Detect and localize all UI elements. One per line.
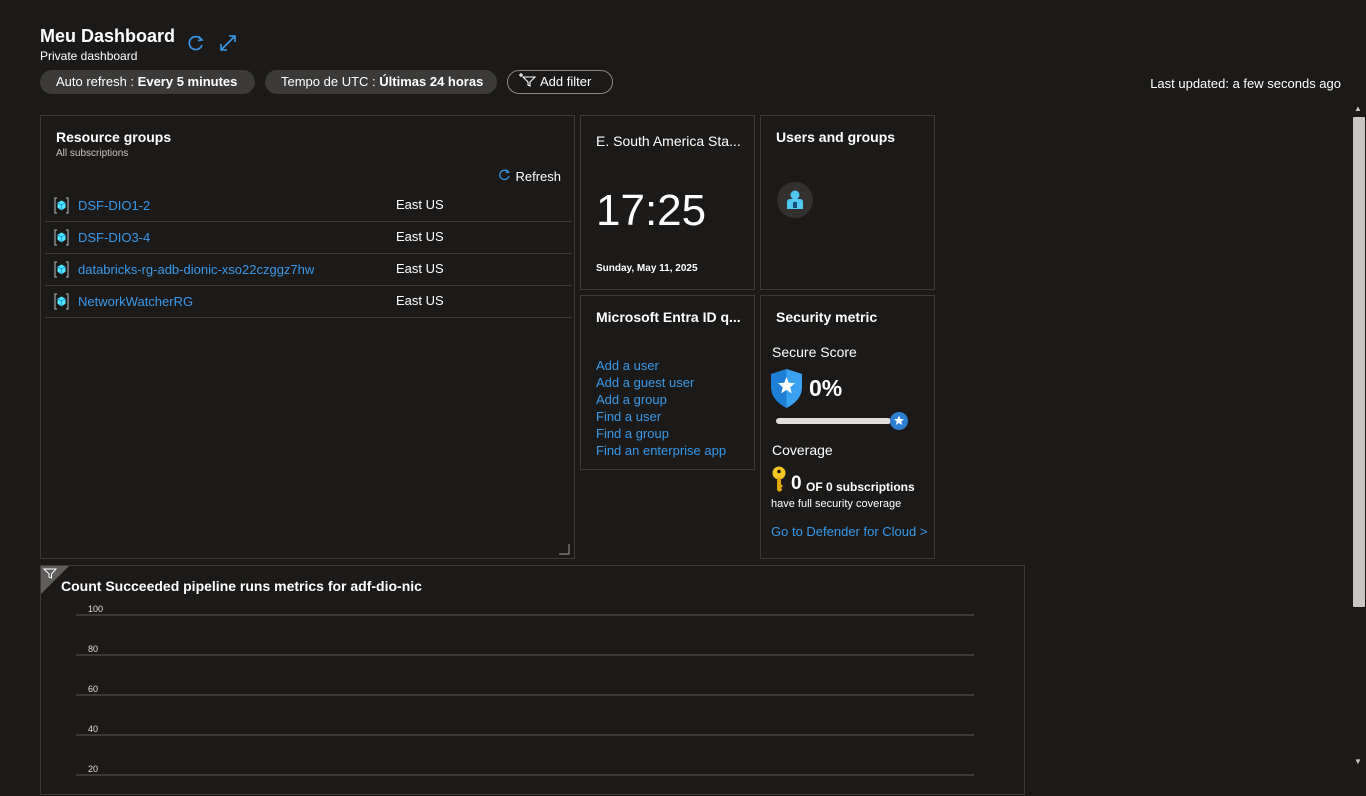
- security-metric-title: Security metric: [776, 309, 878, 325]
- refresh-icon[interactable]: [186, 33, 206, 53]
- auto-refresh-value: Every 5 minutes: [137, 74, 238, 89]
- resource-groups-title: Resource groups: [56, 129, 172, 145]
- auto-refresh-pill[interactable]: Auto refresh : Every 5 minutes: [40, 70, 255, 94]
- scroll-up-icon[interactable]: ▲: [1354, 104, 1362, 113]
- table-row: NetworkWatcherRG East US: [45, 286, 572, 318]
- secure-score-marker-icon: [890, 412, 908, 430]
- chart-plot-area: 100 80 60 40 20: [76, 604, 974, 776]
- entra-title: Microsoft Entra ID q...: [596, 309, 741, 325]
- secure-score-bar: [776, 418, 891, 424]
- time-range-pill[interactable]: Tempo de UTC : Últimas 24 horas: [265, 70, 497, 94]
- clock-timezone-title: E. South America Sta...: [596, 133, 741, 149]
- entra-quickstart-tile: Microsoft Entra ID q... Add a user Add a…: [580, 295, 755, 470]
- resource-group-location: East US: [396, 293, 444, 308]
- add-filter-icon: [518, 71, 537, 94]
- resource-group-link[interactable]: databricks-rg-adb-dionic-xso22czggz7hw: [78, 262, 314, 277]
- resource-group-icon: [53, 293, 70, 310]
- add-filter-button[interactable]: Add filter: [507, 70, 613, 94]
- time-range-label: Tempo de UTC :: [281, 74, 376, 89]
- resource-groups-tile: Resource groups All subscriptions Refres…: [40, 115, 575, 559]
- resource-group-icon: [53, 261, 70, 278]
- table-row: DSF-DIO1-2 East US: [45, 190, 572, 222]
- chart-y-tick-label: 40: [88, 724, 98, 734]
- clock-time: 17:25: [596, 186, 707, 235]
- page-subtitle: Private dashboard: [40, 49, 138, 63]
- secure-score-label: Secure Score: [772, 344, 857, 360]
- expand-icon[interactable]: [218, 33, 238, 53]
- coverage-count: 0: [791, 473, 802, 494]
- security-metric-tile: Security metric Secure Score 0% Coverage…: [760, 295, 935, 559]
- time-range-value: Últimas 24 horas: [379, 74, 484, 89]
- table-row: databricks-rg-adb-dionic-xso22czggz7hw E…: [45, 254, 572, 286]
- clock-tile: E. South America Sta... 17:25 Sunday, Ma…: [580, 115, 755, 290]
- chart-y-tick-label: 20: [88, 764, 98, 774]
- refresh-icon: [498, 168, 511, 184]
- users-groups-tile: Users and groups: [760, 115, 935, 290]
- vertical-scrollbar[interactable]: ▲ ▼: [1350, 100, 1366, 768]
- scrollbar-thumb[interactable]: [1353, 117, 1365, 607]
- key-icon: [770, 466, 788, 497]
- clock-date: Sunday, May 11, 2025: [596, 263, 698, 274]
- resource-group-location: East US: [396, 197, 444, 212]
- chart-y-tick-label: 80: [88, 644, 98, 654]
- resource-group-location: East US: [396, 261, 444, 276]
- add-guest-user-link[interactable]: Add a guest user: [596, 375, 694, 390]
- resource-group-icon: [53, 197, 70, 214]
- table-row: DSF-DIO3-4 East US: [45, 222, 572, 254]
- find-group-link[interactable]: Find a group: [596, 426, 669, 441]
- add-user-link[interactable]: Add a user: [596, 358, 659, 373]
- resource-groups-refresh-button[interactable]: Refresh: [498, 168, 561, 184]
- chart-y-tick-label: 100: [88, 604, 103, 614]
- chart-y-tick-label: 60: [88, 684, 98, 694]
- find-user-link[interactable]: Find a user: [596, 409, 661, 424]
- resource-group-link[interactable]: DSF-DIO3-4: [78, 230, 150, 245]
- pipeline-runs-chart-tile: Count Succeeded pipeline runs metrics fo…: [40, 565, 1025, 795]
- coverage-of: OF 0 subscriptions: [806, 480, 915, 494]
- scroll-down-icon[interactable]: ▼: [1354, 757, 1362, 766]
- refresh-label: Refresh: [515, 168, 561, 184]
- coverage-text: have full security coverage: [771, 498, 902, 510]
- page-title: Meu Dashboard: [40, 26, 176, 46]
- add-filter-label: Add filter: [540, 74, 592, 89]
- resource-groups-subtitle: All subscriptions: [56, 148, 129, 159]
- find-enterprise-app-link[interactable]: Find an enterprise app: [596, 443, 726, 458]
- last-updated-text: Last updated: a few seconds ago: [1150, 76, 1341, 91]
- coverage-label: Coverage: [772, 442, 833, 458]
- defender-for-cloud-link[interactable]: Go to Defender for Cloud >: [771, 524, 927, 539]
- resource-group-location: East US: [396, 229, 444, 244]
- resource-group-link[interactable]: DSF-DIO1-2: [78, 198, 150, 213]
- resource-group-icon: [53, 229, 70, 246]
- user-icon[interactable]: [777, 182, 813, 218]
- shield-star-icon: [769, 368, 804, 414]
- users-groups-title: Users and groups: [776, 129, 896, 145]
- secure-score-value: 0%: [809, 375, 843, 401]
- resize-handle-icon[interactable]: [558, 542, 570, 555]
- auto-refresh-label: Auto refresh :: [56, 74, 135, 89]
- add-group-link[interactable]: Add a group: [596, 392, 667, 407]
- resource-group-link[interactable]: NetworkWatcherRG: [78, 294, 193, 309]
